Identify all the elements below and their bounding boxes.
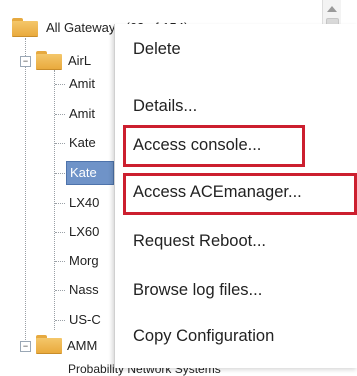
collapse-icon[interactable]: − <box>20 56 31 67</box>
tree-node-selected-label: Kate <box>70 165 97 180</box>
tree-connector <box>25 38 26 348</box>
folder-icon <box>36 51 62 70</box>
tree-node[interactable]: Amit <box>69 76 95 91</box>
collapse-icon[interactable]: − <box>20 341 31 352</box>
folder-icon <box>12 18 38 37</box>
tree-node-airlink[interactable]: AirL <box>68 53 91 68</box>
menu-item-access-acemanager[interactable]: Access ACEmanager... <box>133 183 302 202</box>
tree-node[interactable]: Morg <box>69 253 99 268</box>
tree-node[interactable]: Kate <box>69 135 96 150</box>
tree-node[interactable]: US-C <box>69 312 101 327</box>
tree-node-amm[interactable]: AMM <box>67 338 97 353</box>
tree-node[interactable]: Amit <box>69 106 95 121</box>
tree-node[interactable]: Nass <box>69 282 99 297</box>
context-menu: Delete Details... Access console... Acce… <box>114 24 357 368</box>
tree-node[interactable]: LX60 <box>69 224 99 239</box>
menu-item-access-console[interactable]: Access console... <box>133 136 261 155</box>
menu-item-browse-log-files[interactable]: Browse log files... <box>133 281 262 300</box>
tree-connector <box>54 70 55 330</box>
tree-node[interactable]: LX40 <box>69 195 99 210</box>
menu-item-details[interactable]: Details... <box>133 97 197 116</box>
menu-item-copy-configuration[interactable]: Copy Configuration <box>133 327 274 346</box>
menu-item-delete[interactable]: Delete <box>133 40 181 59</box>
folder-icon <box>36 335 62 354</box>
scroll-up-icon[interactable] <box>327 6 337 12</box>
menu-item-request-reboot[interactable]: Request Reboot... <box>133 232 266 251</box>
